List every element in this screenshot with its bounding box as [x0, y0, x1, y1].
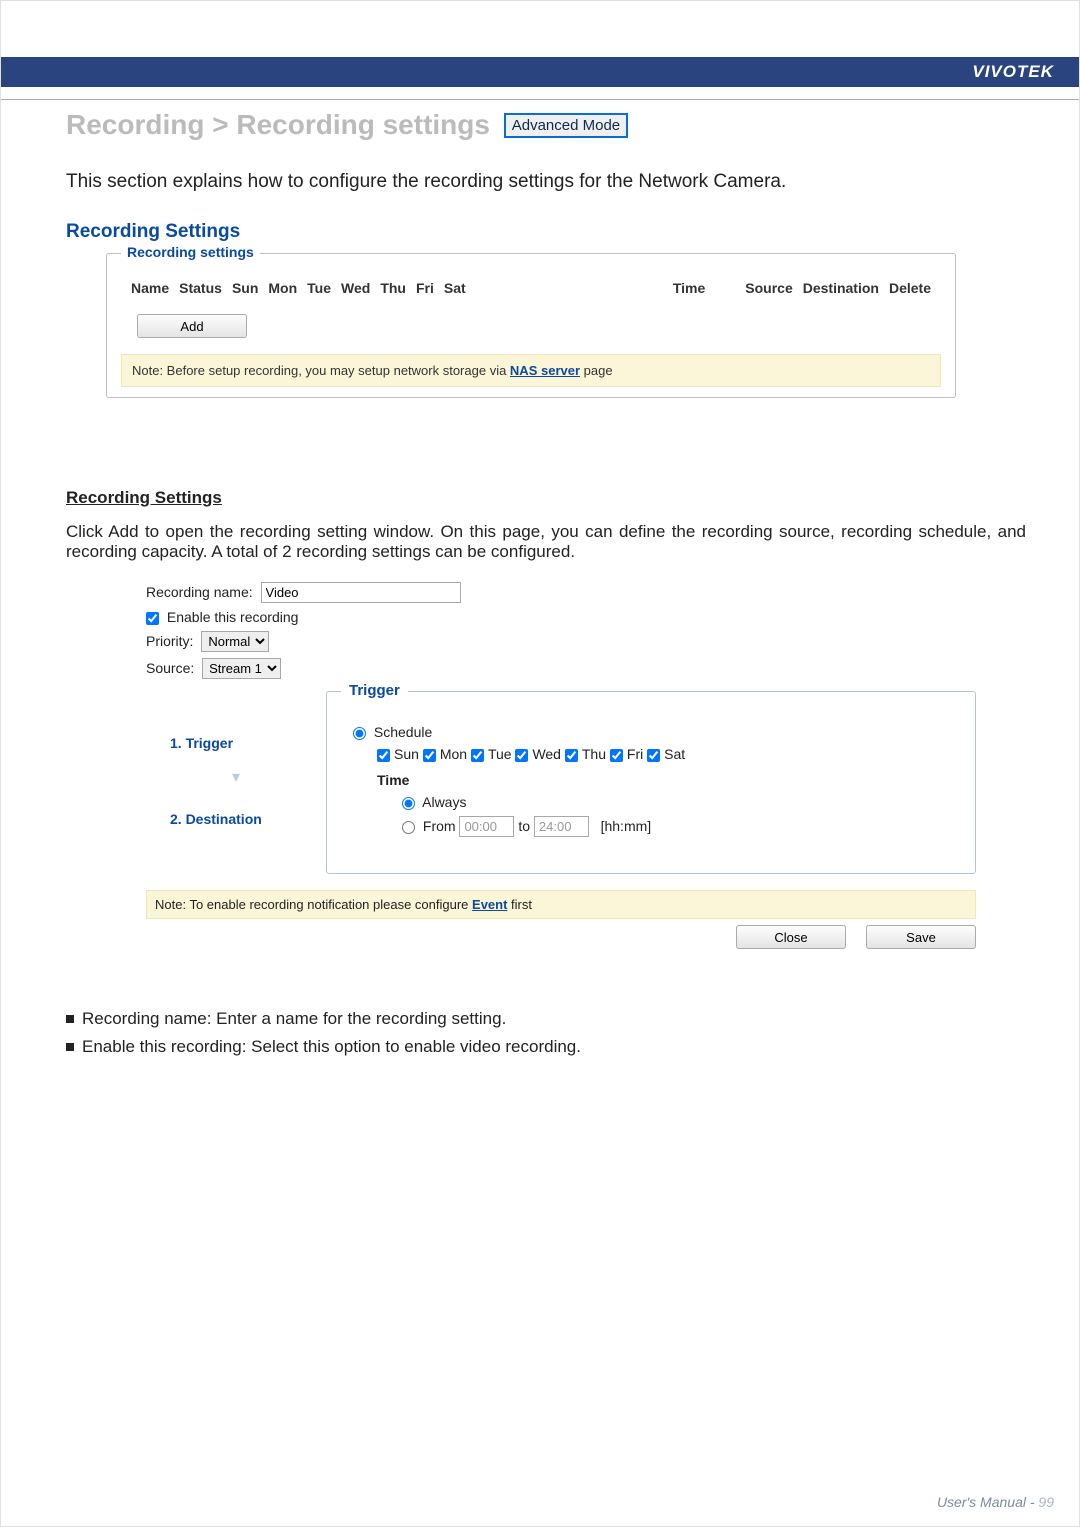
col-status: Status	[179, 280, 222, 296]
divider	[1, 99, 1079, 100]
chevron-down-icon: ▾	[146, 767, 326, 795]
day-thu: Thu	[582, 746, 606, 762]
step-destination[interactable]: 2. Destination	[146, 795, 326, 843]
trigger-panel: Trigger Schedule Sun Mon Tue Wed Thu Fri…	[326, 691, 976, 874]
time-always-radio[interactable]	[402, 797, 415, 810]
day-fri: Fri	[627, 746, 643, 762]
bullet-2: Enable this recording: Select this optio…	[82, 1037, 581, 1056]
day-sat-checkbox[interactable]	[647, 749, 660, 762]
save-button[interactable]: Save	[866, 925, 976, 949]
footer-text: User's Manual -	[937, 1494, 1038, 1510]
col-sun: Sun	[232, 280, 258, 296]
close-button[interactable]: Close	[736, 925, 846, 949]
source-label: Source:	[146, 660, 194, 676]
day-sat: Sat	[664, 746, 685, 762]
steps-nav: 1. Trigger ▾ 2. Destination	[146, 691, 326, 874]
col-tue: Tue	[307, 280, 331, 296]
schedule-label: Schedule	[374, 724, 432, 740]
event-note: Note: To enable recording notification p…	[146, 890, 976, 919]
section-title: Recording Settings	[66, 488, 1026, 508]
col-source: Source	[745, 280, 792, 296]
from-time-input[interactable]	[459, 816, 514, 837]
day-mon-checkbox[interactable]	[423, 749, 436, 762]
add-button[interactable]: Add	[137, 314, 247, 338]
day-thu-checkbox[interactable]	[565, 749, 578, 762]
breadcrumb: Recording > Recording settings	[66, 109, 490, 140]
footer: User's Manual - 99	[937, 1494, 1054, 1510]
day-tue: Tue	[488, 746, 512, 762]
always-label: Always	[422, 794, 466, 810]
table-header-row: Name Status Sun Mon Tue Wed Thu Fri Sat …	[121, 276, 941, 300]
note-prefix: Note: Before setup recording, you may se…	[132, 363, 510, 378]
note2-suffix: first	[507, 897, 532, 912]
page-number: 99	[1038, 1494, 1054, 1510]
source-select[interactable]: Stream 1	[202, 658, 281, 679]
section-paragraph: Click Add to open the recording setting …	[66, 522, 1026, 562]
col-name: Name	[131, 280, 169, 296]
day-mon: Mon	[440, 746, 467, 762]
trigger-legend: Trigger	[341, 682, 408, 699]
hhmm-hint: [hh:mm]	[601, 818, 652, 834]
col-time: Time	[673, 280, 705, 296]
day-wed: Wed	[532, 746, 561, 762]
bullet-icon	[66, 1015, 74, 1023]
col-delete: Delete	[889, 280, 931, 296]
enable-recording-label: Enable this recording	[167, 609, 299, 625]
col-destination: Destination	[803, 280, 879, 296]
to-time-input[interactable]	[534, 816, 589, 837]
nas-note: Note: Before setup recording, you may se…	[121, 354, 941, 387]
note2-prefix: Note: To enable recording notification p…	[155, 897, 472, 912]
day-wed-checkbox[interactable]	[515, 749, 528, 762]
intro-text: This section explains how to configure t…	[66, 171, 1026, 193]
recording-name-label: Recording name:	[146, 584, 253, 600]
bullet-icon	[66, 1043, 74, 1051]
recording-name-input[interactable]	[261, 582, 461, 603]
col-thu: Thu	[380, 280, 406, 296]
event-link[interactable]: Event	[472, 897, 507, 912]
time-label: Time	[377, 772, 955, 788]
subheading: Recording Settings	[66, 221, 1026, 243]
day-fri-checkbox[interactable]	[610, 749, 623, 762]
to-label: to	[518, 818, 530, 834]
mode-badge: Advanced Mode	[504, 113, 628, 138]
recording-settings-panel: Recording settings Name Status Sun Mon T…	[106, 253, 956, 398]
page-title: Recording > Recording settings Advanced …	[66, 109, 1026, 141]
from-label: From	[423, 818, 456, 834]
priority-label: Priority:	[146, 633, 193, 649]
schedule-radio[interactable]	[353, 727, 366, 740]
note-suffix: page	[580, 363, 613, 378]
day-sun: Sun	[394, 746, 419, 762]
days-row: Sun Mon Tue Wed Thu Fri Sat	[377, 746, 955, 762]
step-trigger[interactable]: 1. Trigger	[146, 719, 326, 767]
day-sun-checkbox[interactable]	[377, 749, 390, 762]
nas-server-link[interactable]: NAS server	[510, 363, 580, 378]
time-from-radio[interactable]	[402, 821, 415, 834]
col-fri: Fri	[416, 280, 434, 296]
priority-select[interactable]: Normal	[201, 631, 269, 652]
header-bar: VIVOTEK	[1, 57, 1079, 87]
day-tue-checkbox[interactable]	[471, 749, 484, 762]
recording-form: Recording name: Enable this recording Pr…	[146, 582, 976, 874]
bullet-list: Recording name: Enter a name for the rec…	[66, 1009, 1026, 1057]
col-wed: Wed	[341, 280, 370, 296]
brand-label: VIVOTEK	[972, 62, 1054, 82]
enable-recording-checkbox[interactable]	[146, 612, 159, 625]
col-mon: Mon	[268, 280, 297, 296]
panel-legend: Recording settings	[121, 244, 260, 260]
col-sat: Sat	[444, 280, 466, 296]
bullet-1: Recording name: Enter a name for the rec…	[82, 1009, 506, 1028]
